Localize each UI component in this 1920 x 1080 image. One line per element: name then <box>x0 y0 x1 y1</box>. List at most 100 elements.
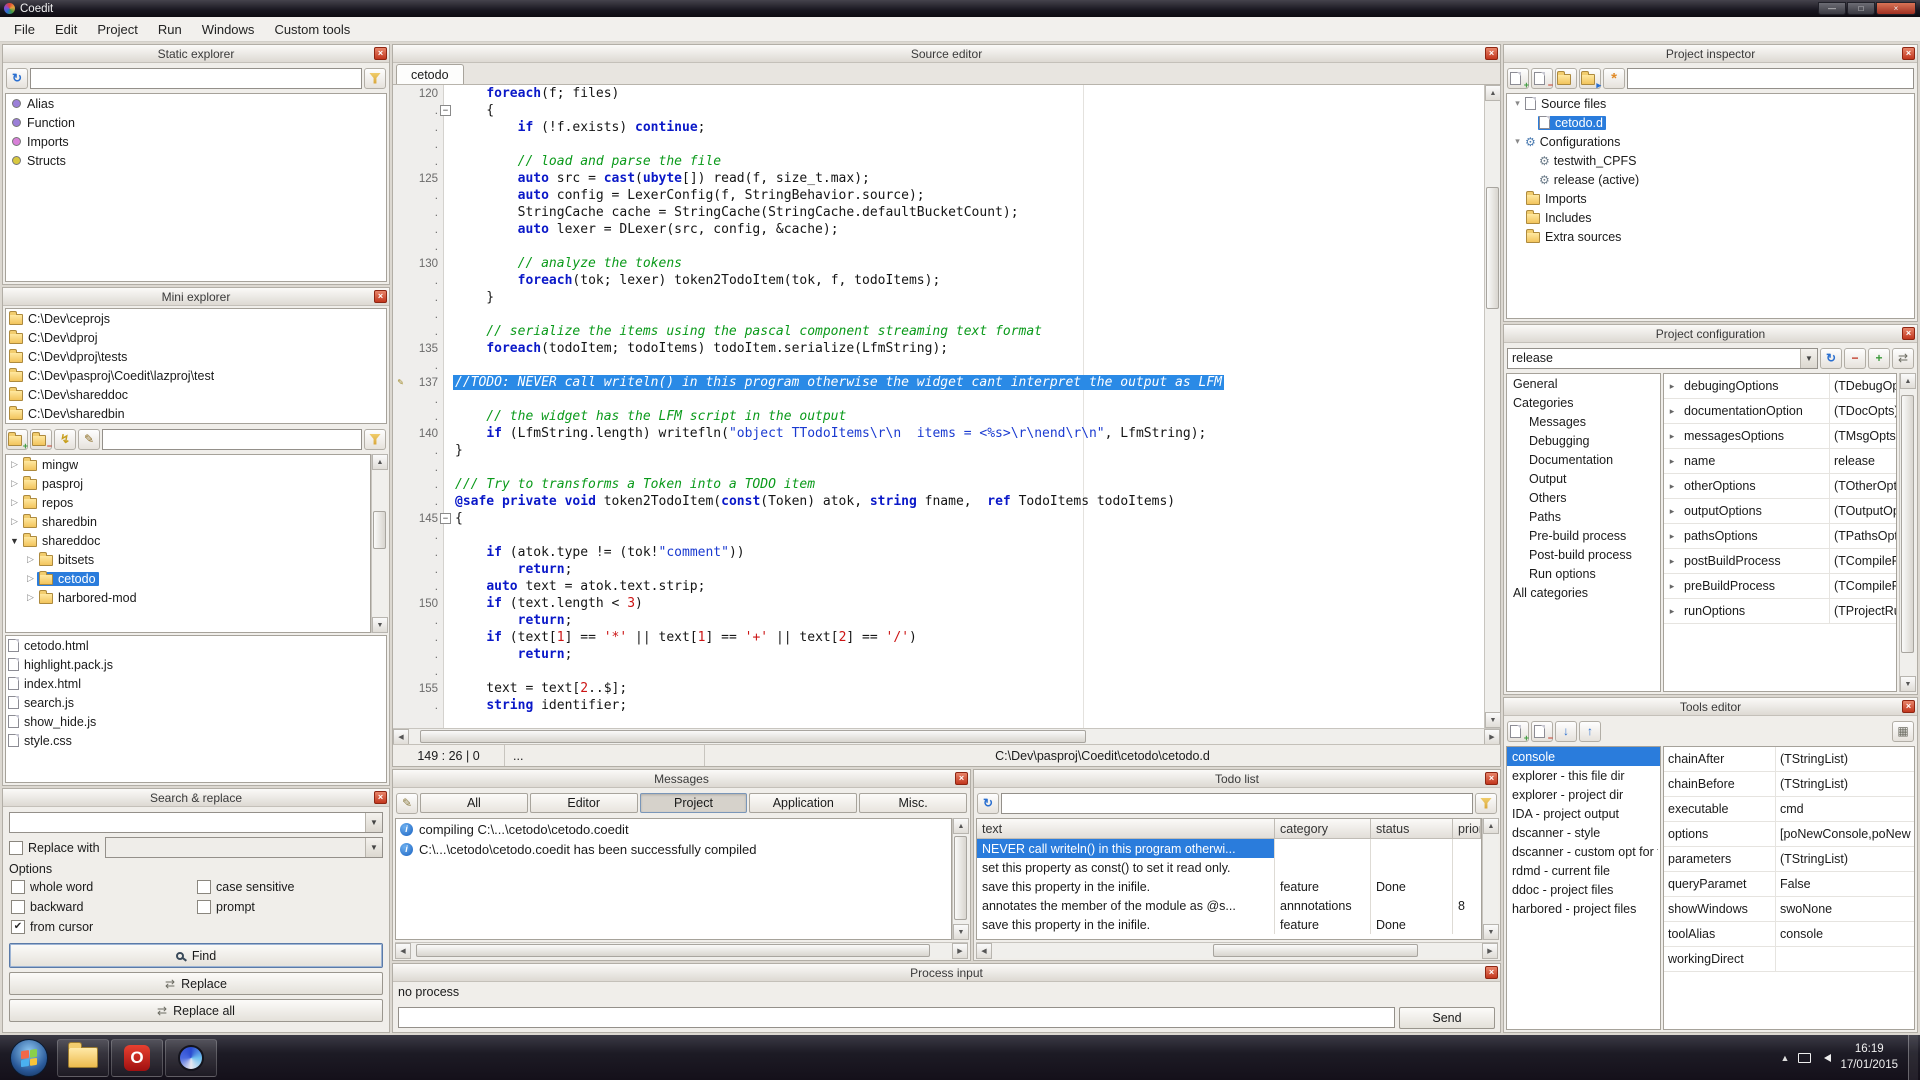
remove-tool-button[interactable]: − <box>1531 721 1553 742</box>
inspector-item[interactable]: ⚙testwith_CPFS <box>1507 151 1914 170</box>
taskbar-media-button[interactable] <box>165 1039 217 1077</box>
code-line[interactable]: .} <box>393 442 1484 459</box>
tool-item[interactable]: dscanner - style <box>1507 823 1660 842</box>
favorite-folder-item[interactable]: C:\Dev\dproj\tests <box>6 347 386 366</box>
clock[interactable]: 16:19 17/01/2015 <box>1840 1042 1898 1073</box>
tool-item[interactable]: dscanner - custom opt for fil <box>1507 842 1660 861</box>
filter-button[interactable] <box>1475 793 1497 814</box>
inspector-filter-input[interactable] <box>1627 68 1914 89</box>
inspector-item[interactable]: ▾⚙Configurations <box>1507 132 1914 151</box>
message-item[interactable]: iC:\...\cetodo\cetodo.coedit has been su… <box>396 839 951 859</box>
expand-icon[interactable]: ▷ <box>8 497 21 508</box>
scroll-left-icon[interactable]: ◀ <box>395 943 411 959</box>
search-term-combo[interactable]: ▼ <box>9 812 383 833</box>
tool-item[interactable]: IDA - project output <box>1507 804 1660 823</box>
config-category[interactable]: Output <box>1507 469 1660 488</box>
folder-tree-item[interactable]: ▷repos <box>6 493 370 512</box>
close-icon[interactable]: × <box>1902 327 1915 340</box>
replace-button[interactable]: ⇄ Replace <box>9 972 383 995</box>
add-source-button[interactable]: + <box>1507 68 1529 89</box>
editor-horizontal-scrollbar[interactable]: ◀ ▶ <box>393 728 1500 744</box>
vertical-scrollbar[interactable]: ▲ ▼ <box>952 818 968 940</box>
config-category[interactable]: Others <box>1507 488 1660 507</box>
code-line[interactable]: 150 if (text.length < 3) <box>393 595 1484 612</box>
expand-icon[interactable]: ▼ <box>8 536 21 546</box>
code-line[interactable]: 120 foreach(f; files) <box>393 85 1484 102</box>
property-row[interactable]: ▸pathsOptions(TPathsOpts) <box>1664 524 1896 549</box>
filter-editor[interactable]: Editor <box>530 793 638 813</box>
scroll-down-icon[interactable]: ▼ <box>1483 924 1499 940</box>
favorite-folder-item[interactable]: C:\Dev\pasproj\Coedit\lazproj\test <box>6 366 386 385</box>
scroll-up-icon[interactable]: ▲ <box>1483 818 1499 834</box>
clone-config-button[interactable]: ⇄ <box>1892 348 1914 369</box>
file-item[interactable]: cetodo.html <box>6 636 386 655</box>
todo-filter-input[interactable] <box>1001 793 1473 814</box>
scrollbar-thumb[interactable] <box>1213 944 1419 957</box>
search-option[interactable]: whole word <box>11 880 197 894</box>
config-category[interactable]: All categories <box>1507 583 1660 602</box>
inspector-item[interactable]: cetodo.d <box>1507 113 1914 132</box>
code-line[interactable]: . auto lexer = DLexer(src, config, &cach… <box>393 221 1484 238</box>
scroll-up-icon[interactable]: ▲ <box>953 818 969 834</box>
code-line[interactable]: . return; <box>393 612 1484 629</box>
message-item[interactable]: icompiling C:\...\cetodo\cetodo.coedit <box>396 819 951 839</box>
replace-with-checkbox[interactable] <box>9 841 23 855</box>
code-line[interactable]: . if (!f.exists) continue; <box>393 119 1484 136</box>
expand-icon[interactable]: ▷ <box>24 554 37 565</box>
expand-icon[interactable]: ▸ <box>1664 449 1680 473</box>
code-line[interactable]: .@safe private void token2TodoItem(const… <box>393 493 1484 510</box>
code-line[interactable]: . <box>393 238 1484 255</box>
property-row[interactable]: ▸messagesOptions(TMsgOpts) <box>1664 424 1896 449</box>
folder-tree-item[interactable]: ▷harbored-mod <box>6 588 370 607</box>
config-category[interactable]: General <box>1507 374 1660 393</box>
property-row[interactable]: ▸debugingOptions(TDebugOpts) <box>1664 374 1896 399</box>
code-line[interactable]: . // the widget has the LFM script in th… <box>393 408 1484 425</box>
inspector-item[interactable]: ⚙release (active) <box>1507 170 1914 189</box>
tool-item[interactable]: harbored - project files <box>1507 899 1660 918</box>
config-category[interactable]: Run options <box>1507 564 1660 583</box>
todo-column-header[interactable]: status <box>1371 819 1453 838</box>
minimize-button[interactable]: — <box>1818 2 1846 15</box>
expand-icon[interactable]: ▸ <box>1664 474 1680 498</box>
code-line[interactable]: . <box>393 136 1484 153</box>
tray-expand-icon[interactable]: ▲ <box>1781 1053 1790 1063</box>
expand-icon[interactable]: ▷ <box>8 516 21 527</box>
menu-item-project[interactable]: Project <box>87 19 147 40</box>
code-editor[interactable]: 120 foreach(f; files).− {. if (!f.exists… <box>393 85 1484 728</box>
show-desktop-button[interactable] <box>1908 1035 1918 1080</box>
editor-vertical-scrollbar[interactable]: ▲ ▼ <box>1484 85 1500 728</box>
vertical-scrollbar[interactable]: ▲ ▼ <box>1899 373 1915 692</box>
filter-all[interactable]: All <box>420 793 528 813</box>
close-icon[interactable]: × <box>374 791 387 804</box>
checkbox[interactable] <box>197 900 211 914</box>
code-line[interactable]: . <box>393 306 1484 323</box>
expand-icon[interactable]: ▷ <box>24 592 37 603</box>
checkbox[interactable] <box>11 880 25 894</box>
tool-item[interactable]: ddoc - project files <box>1507 880 1660 899</box>
todo-column-header[interactable]: priority <box>1453 819 1481 838</box>
expand-icon[interactable]: ▸ <box>1664 574 1680 598</box>
file-item[interactable]: show_hide.js <box>6 712 386 731</box>
property-row[interactable]: queryParametFalse <box>1664 872 1914 897</box>
expand-icon[interactable]: ▷ <box>24 573 37 584</box>
expand-icon[interactable]: ▷ <box>8 478 21 489</box>
code-line[interactable]: . <box>393 459 1484 476</box>
property-row[interactable]: options[poNewConsole,poNew <box>1664 822 1914 847</box>
file-item[interactable]: search.js <box>6 693 386 712</box>
code-line[interactable]: 145−{ <box>393 510 1484 527</box>
scroll-up-icon[interactable]: ▲ <box>372 454 388 470</box>
close-icon[interactable]: × <box>374 47 387 60</box>
code-line[interactable]: . <box>393 663 1484 680</box>
start-button[interactable] <box>10 1039 48 1077</box>
property-row[interactable]: workingDirect <box>1664 947 1914 972</box>
expand-icon[interactable]: ▸ <box>1664 499 1680 523</box>
todo-row[interactable]: save this property in the inifile.featur… <box>977 877 1481 896</box>
replace-with-combo[interactable]: ▼ <box>105 837 383 858</box>
static-explorer-item[interactable]: Function <box>6 113 386 132</box>
code-line[interactable]: .− { <box>393 102 1484 119</box>
scrollbar-thumb[interactable] <box>1901 395 1914 653</box>
add-tool-button[interactable]: + <box>1507 721 1529 742</box>
move-tool-up-button[interactable]: ↑ <box>1579 721 1601 742</box>
close-icon[interactable]: × <box>1485 772 1498 785</box>
code-line[interactable]: . auto config = LexerConfig(f, StringBeh… <box>393 187 1484 204</box>
